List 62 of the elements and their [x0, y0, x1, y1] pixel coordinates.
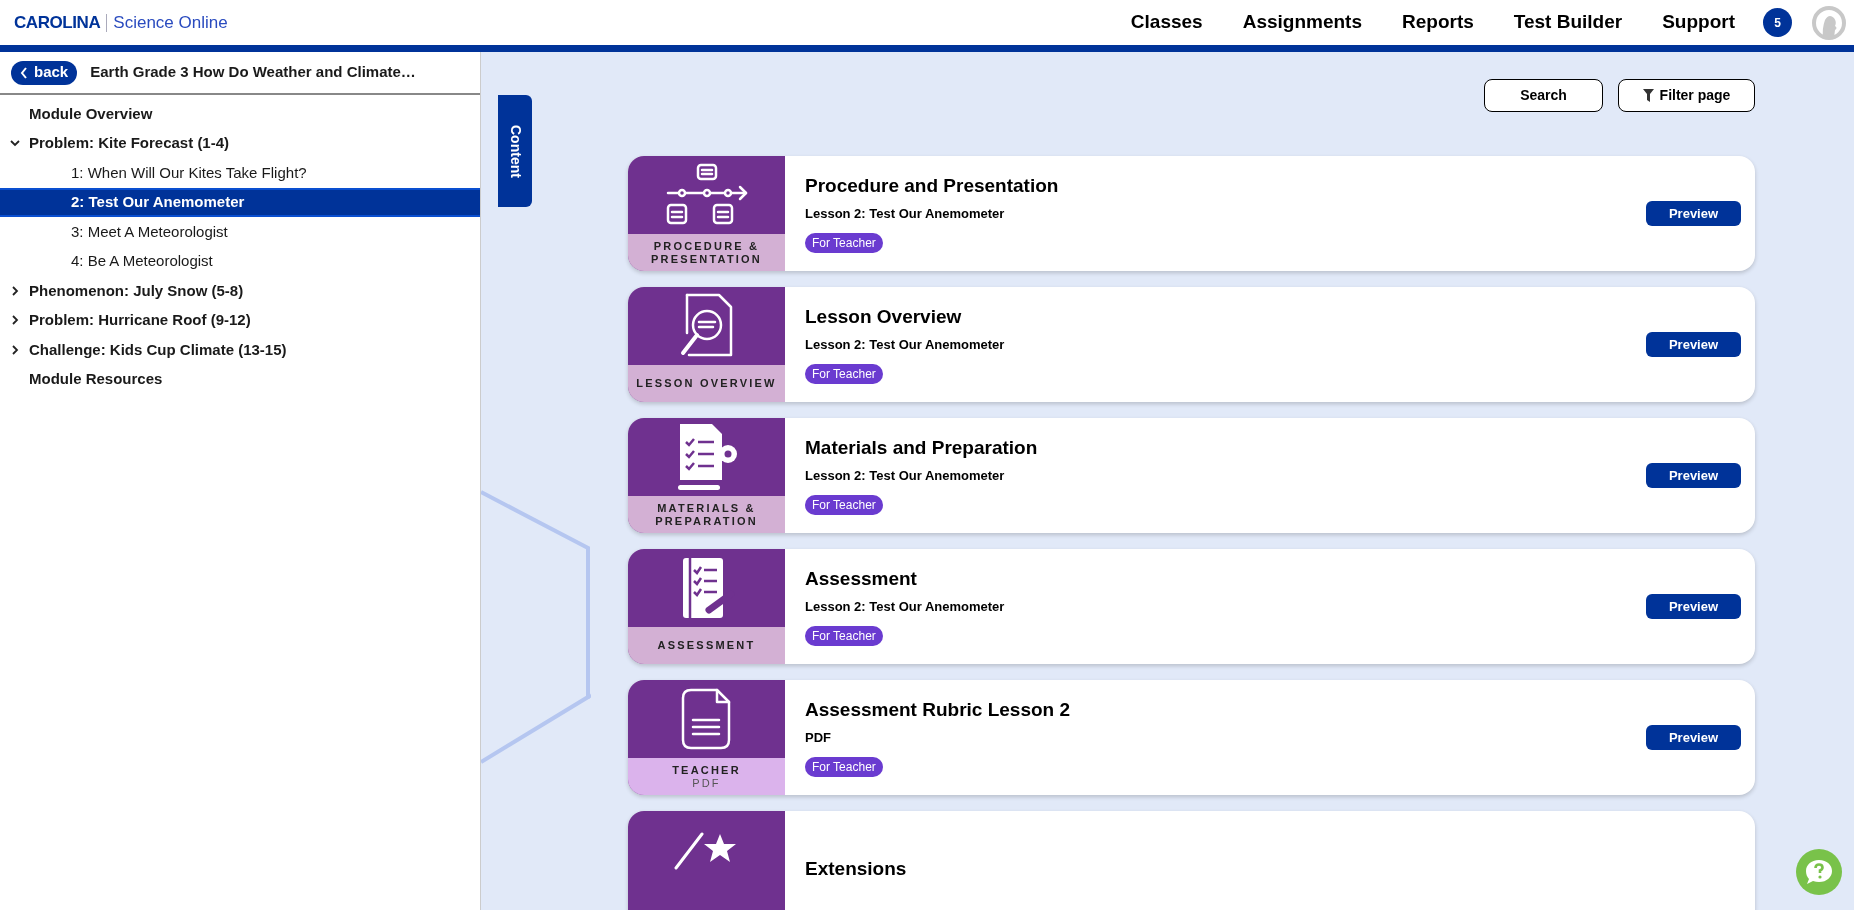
audience-tag: For Teacher: [805, 495, 883, 516]
outline-item[interactable]: 1: When Will Our Kites Take Flight?: [0, 158, 480, 188]
search-button[interactable]: Search: [1484, 79, 1603, 112]
avatar-icon[interactable]: [1812, 5, 1846, 40]
preview-button[interactable]: Preview: [1646, 463, 1741, 488]
back-button[interactable]: back: [11, 60, 78, 85]
thumbnail-label: PDF: [692, 776, 721, 790]
outline-item[interactable]: 3: Meet A Meteorologist: [0, 217, 480, 247]
audience-tag: For Teacher: [805, 757, 883, 778]
content-tab[interactable]: Content: [498, 95, 532, 207]
outline-item[interactable]: Module Overview: [0, 99, 480, 129]
preview-button[interactable]: Preview: [1646, 201, 1741, 226]
outline-item[interactable]: Problem: Hurricane Roof (9-12): [0, 305, 480, 335]
chevron-right-icon: [10, 315, 20, 326]
help-button[interactable]: [1796, 849, 1842, 895]
chevron-down-icon: [10, 138, 20, 149]
outline-item[interactable]: 2: Test Our Anemometer: [0, 187, 480, 217]
preview-button[interactable]: Preview: [1646, 594, 1741, 619]
card-subtitle: Lesson 2: Test Our Anemometer: [805, 597, 1006, 616]
audience-tag: For Teacher: [805, 364, 883, 385]
preview-button[interactable]: Preview: [1646, 332, 1741, 357]
card-subtitle: Lesson 2: Test Our Anemometer: [805, 335, 1006, 354]
outline-item[interactable]: Problem: Kite Forecast (1-4): [0, 128, 480, 158]
card-subtitle: PDF: [805, 728, 832, 747]
card-title: Assessment: [805, 566, 918, 591]
document-icon: [680, 688, 733, 750]
card-title: Assessment Rubric Lesson 2: [805, 697, 1072, 722]
module-title: Earth Grade 3 How Do Weather and Climate…: [90, 62, 416, 83]
notification-badge[interactable]: 5: [1763, 8, 1792, 37]
outline-item[interactable]: Module Resources: [0, 364, 480, 394]
outline-item[interactable]: Challenge: Kids Cup Climate (13-15): [0, 335, 480, 365]
product-name: Science Online: [113, 11, 228, 34]
nav-link[interactable]: Classes: [1110, 8, 1223, 37]
card-title: Procedure and Presentation: [805, 173, 1060, 198]
brand-logo[interactable]: CAROLINA: [14, 9, 101, 36]
thumbnail-label: ASSESSMENT: [657, 639, 756, 652]
card-subtitle: Lesson 2: Test Our Anemometer: [805, 466, 1006, 485]
chevron-left-icon: [20, 66, 28, 79]
outline-item[interactable]: 4: Be A Meteorologist: [0, 246, 480, 276]
thumbnail-label: MATERIALS &: [657, 501, 756, 515]
nav-link[interactable]: Support: [1642, 8, 1755, 37]
chevron-right-icon: [10, 344, 20, 355]
filter-button[interactable]: Filter page: [1618, 79, 1755, 112]
chevron-right-icon: [10, 285, 20, 296]
audience-tag: For Teacher: [805, 233, 883, 254]
thumbnail-label: TEACHER: [672, 763, 741, 777]
nav-link[interactable]: Reports: [1382, 8, 1494, 37]
thumbnail-label: PROCEDURE &: [653, 239, 760, 253]
nav-link[interactable]: Test Builder: [1493, 8, 1643, 37]
thumbnail-label: LESSON OVERVIEW: [636, 377, 777, 390]
preview-button[interactable]: Preview: [1646, 725, 1741, 750]
audience-tag: For Teacher: [805, 626, 883, 647]
card-title: Extensions: [805, 856, 908, 881]
card-subtitle: Lesson 2: Test Our Anemometer: [805, 204, 1006, 223]
thumbnail-label: PRESENTATION: [651, 252, 762, 266]
filter-icon: [1642, 89, 1654, 102]
outline-item[interactable]: Phenomenon: July Snow (5-8): [0, 276, 480, 306]
nav-link[interactable]: Assignments: [1222, 8, 1382, 37]
thumbnail-label: PREPARATION: [655, 514, 758, 528]
help-speech-icon: [1804, 858, 1834, 886]
card-title: Lesson Overview: [805, 304, 963, 329]
card-title: Materials and Preparation: [805, 435, 1039, 460]
